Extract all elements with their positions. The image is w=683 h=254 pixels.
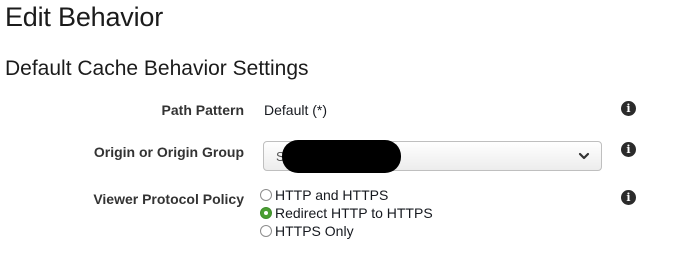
radio-label: HTTPS Only [275, 223, 354, 239]
radio-option-http-and-https[interactable]: HTTP and HTTPS [260, 187, 388, 203]
origin-info-icon[interactable]: i [621, 142, 636, 157]
radio-option-https-only[interactable]: HTTPS Only [260, 223, 354, 239]
radio-label: HTTP and HTTPS [275, 187, 389, 203]
radio-option-redirect-http-to-https[interactable]: Redirect HTTP to HTTPS [260, 205, 433, 221]
viewer-protocol-policy-info-icon[interactable]: i [621, 190, 636, 205]
chevron-down-icon [578, 152, 590, 160]
radio-label: Redirect HTTP to HTTPS [275, 205, 433, 221]
redaction-block [282, 140, 401, 173]
radio-button[interactable] [260, 225, 272, 237]
viewer-protocol-policy-label: Viewer Protocol Policy [93, 191, 244, 207]
radio-button[interactable] [260, 189, 272, 201]
section-title: Default Cache Behavior Settings [5, 57, 309, 80]
page-title: Edit Behavior [5, 2, 163, 32]
radio-button-checked[interactable] [260, 207, 272, 219]
path-pattern-value: Default (*) [264, 102, 328, 118]
path-pattern-info-icon[interactable]: i [621, 101, 636, 116]
origin-label: Origin or Origin Group [93, 144, 244, 160]
path-pattern-label: Path Pattern [161, 102, 244, 118]
